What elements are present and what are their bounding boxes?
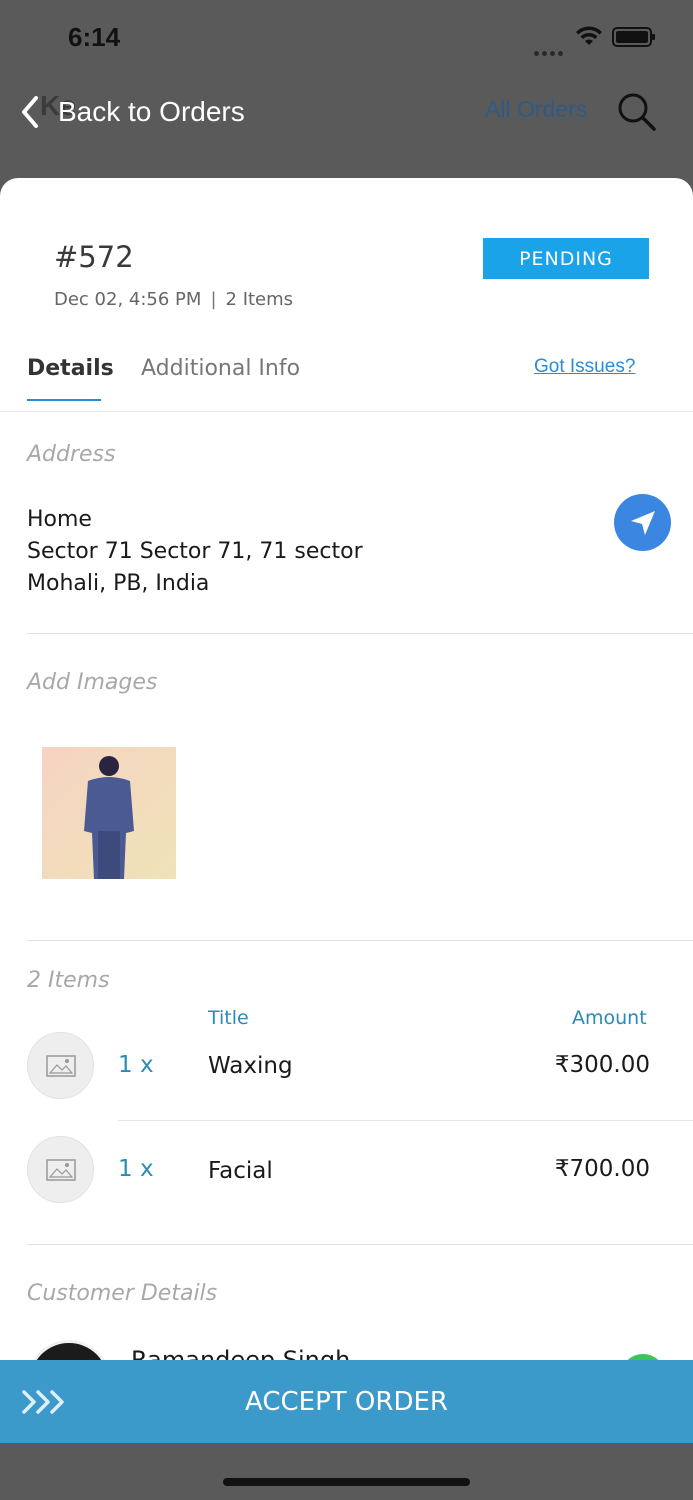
column-title: Title <box>208 1007 249 1029</box>
item-thumbnail <box>27 1136 94 1203</box>
address-line-2: Sector 71 Sector 71, 71 sector <box>27 539 363 564</box>
items-section-label: 2 Items <box>27 968 110 993</box>
address-section-label: Address <box>27 442 116 467</box>
battery-icon <box>612 27 655 47</box>
column-amount: Amount <box>572 1007 647 1029</box>
images-section-label: Add Images <box>27 670 158 695</box>
item-amount: ₹300.00 <box>554 1052 650 1078</box>
chevron-left-icon <box>22 96 38 128</box>
item-amount: ₹700.00 <box>554 1156 650 1182</box>
address-text: Home Sector 71 Sector 71, 71 sector Moha… <box>27 504 363 600</box>
tab-additional-info[interactable]: Additional Info <box>141 356 300 381</box>
order-date: Dec 02, 4:56 PM <box>54 289 202 310</box>
accept-order-button[interactable]: ACCEPT ORDER <box>0 1360 693 1443</box>
customer-name: Ramandeep Singh <box>131 1346 351 1360</box>
wifi-icon <box>576 26 602 45</box>
avatar <box>27 1340 111 1360</box>
order-id: #572 <box>54 240 134 274</box>
image-placeholder-icon <box>45 1054 76 1077</box>
order-item-count: 2 Items <box>225 289 294 310</box>
item-quantity: 1 x <box>118 1052 154 1078</box>
all-orders-link[interactable]: All Orders <box>485 96 587 123</box>
status-badge: PENDING <box>483 238 649 279</box>
got-issues-link[interactable]: Got Issues? <box>534 356 635 378</box>
divider <box>27 940 693 941</box>
navigation-arrow-icon <box>630 510 655 535</box>
divider <box>27 1244 693 1245</box>
home-indicator[interactable] <box>223 1478 470 1486</box>
tab-active-indicator <box>27 399 101 401</box>
divider <box>27 633 693 634</box>
navigate-button[interactable] <box>614 494 671 551</box>
order-meta: Dec 02, 4:56 PM | 2 Items <box>54 289 293 310</box>
tab-details[interactable]: Details <box>27 356 114 381</box>
item-divider <box>118 1120 693 1121</box>
signal-icon <box>534 41 566 56</box>
uploaded-photo[interactable] <box>42 747 176 879</box>
triple-chevron-right-icon <box>22 1390 64 1414</box>
order-detail-card: #572 Dec 02, 4:56 PM | 2 Items PENDING Det… <box>0 178 693 1360</box>
image-placeholder-icon <box>45 1158 76 1181</box>
item-title: Waxing <box>208 1053 293 1079</box>
meta-separator: | <box>210 289 217 310</box>
back-label: Back to Orders <box>58 96 245 127</box>
search-icon[interactable] <box>616 92 658 132</box>
tab-divider <box>0 411 693 412</box>
item-quantity: 1 x <box>118 1156 154 1182</box>
item-thumbnail <box>27 1032 94 1099</box>
back-button[interactable]: Back to Orders <box>20 92 245 132</box>
item-title: Facial <box>208 1158 273 1184</box>
accept-order-label: ACCEPT ORDER <box>245 1386 448 1417</box>
customer-section-label: Customer Details <box>27 1281 218 1306</box>
address-line-3: Mohali, PB, India <box>27 571 210 596</box>
status-time: 6:14 <box>68 22 121 52</box>
address-line-1: Home <box>27 507 92 532</box>
